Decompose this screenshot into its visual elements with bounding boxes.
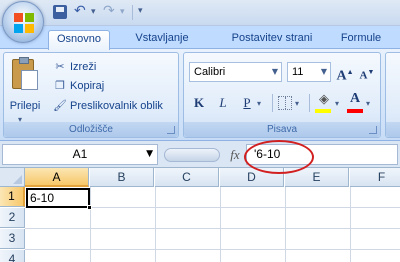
row-header-3[interactable]: 3 [0,229,25,249]
chevron-down-icon[interactable]: ▼ [269,63,281,81]
font-name-value: Calibri [194,66,226,78]
clipboard-group: Prilepi ▾ ✂ Izreži ❐ Kopiraj 🖌 Preslikovaln… [3,52,179,138]
shrink-caret-icon: ▼ [367,68,375,76]
underline-button[interactable]: P [238,93,256,113]
gridline [350,187,351,262]
font-size-select[interactable]: 11 ▼ [287,62,331,82]
font-dialog-launcher-icon[interactable] [369,126,377,134]
paintbrush-icon: 🖌 [53,99,67,112]
quick-access-toolbar: ↶ ▾ ↷ ▾ ▾ [0,0,400,43]
format-painter-label: Preslikovalnik oblik [70,100,163,112]
redo-icon[interactable]: ↷ [103,3,115,21]
font-group: Calibri ▼ 11 ▼ A▲ A▼ K L P ▾ ▾ ◈ ▾ A ▾ Pis… [183,52,381,138]
name-box-value: A1 [72,147,88,161]
tab-osnovno[interactable]: Osnovno [48,30,110,50]
shrink-font-label: A [359,69,368,82]
column-header-e[interactable]: E [285,168,349,187]
alignment-group-label [386,122,400,137]
gridline [155,187,156,262]
paste-button[interactable]: Prilepi [8,100,42,112]
save-icon[interactable] [53,5,67,19]
shrink-font-button[interactable]: A▼ [357,62,377,82]
font-name-select[interactable]: Calibri ▼ [189,62,282,82]
gridline [25,249,400,250]
insert-function-button[interactable]: fx [226,144,244,165]
font-size-value: 11 [292,66,304,78]
gridline [220,187,221,262]
row-header-2[interactable]: 2 [0,208,25,228]
chevron-down-icon[interactable]: ▼ [146,145,153,164]
clipboard-group-label: Odložišče [4,122,178,137]
fill-handle[interactable] [87,205,92,210]
chevron-down-icon[interactable]: ▼ [318,63,330,81]
bold-button[interactable]: K [190,93,208,113]
grow-caret-icon: ▲ [346,68,354,76]
redo-dropdown-icon[interactable]: ▾ [120,7,125,25]
italic-button[interactable]: L [214,93,232,113]
name-box[interactable]: A1 ▼ [2,144,158,165]
grow-font-button[interactable]: A▲ [335,62,355,84]
format-painter-button[interactable]: 🖌 Preslikovalnik oblik [52,98,163,114]
tab-formule[interactable]: Formule [332,30,390,49]
column-header-f[interactable]: F [350,168,400,187]
gridline [25,228,400,229]
gridline [90,187,91,262]
scissors-icon: ✂ [55,60,65,73]
font-color-swatch [347,109,363,113]
formula-input[interactable]: '6-10 [246,144,398,165]
row-header-1[interactable]: 1 [0,187,25,207]
fill-color-dropdown-icon[interactable]: ▾ [335,99,339,108]
office-logo-icon [14,13,34,33]
grow-font-label: A [336,68,347,84]
borders-icon[interactable] [278,96,292,110]
copy-button[interactable]: ❐ Kopiraj [52,78,104,94]
undo-dropdown-icon[interactable]: ▾ [91,7,96,25]
font-separator [272,94,273,112]
cell-a1[interactable]: 6-10 [26,188,90,208]
alignment-group [385,52,400,138]
font-color-button[interactable]: A [347,91,363,109]
borders-dropdown-icon[interactable]: ▾ [295,99,299,108]
paste-icon[interactable] [12,57,38,90]
column-header-b[interactable]: B [90,168,154,187]
clipboard-dialog-launcher-icon[interactable] [167,126,175,134]
cut-label: Izreži [70,61,97,73]
column-header-a[interactable]: A [25,168,89,187]
office-button[interactable] [2,1,44,43]
undo-icon[interactable]: ↶ [74,3,86,21]
tab-postavitev-strani[interactable]: Postavitev strani [213,30,331,49]
copy-icon: ❐ [55,79,65,92]
ribbon: Prilepi ▾ ✂ Izreži ❐ Kopiraj 🖌 Preslikovaln… [0,49,400,141]
gridline [285,187,286,262]
fill-color-swatch [315,109,331,113]
tab-vstavljanje[interactable]: Vstavljanje [117,30,207,49]
worksheet-grid: A B C D E F 1 2 3 4 6-10 [0,168,400,262]
toolbar-separator [132,5,133,20]
ribbon-tabs: Osnovno Vstavljanje Postavitev strani Fo… [0,26,400,50]
font-separator [309,94,310,112]
copy-label: Kopiraj [70,80,105,92]
row-header-4[interactable]: 4 [0,250,25,262]
underline-dropdown-icon[interactable]: ▾ [257,99,261,108]
font-group-label: Pisava [184,122,380,137]
font-color-dropdown-icon[interactable]: ▾ [366,99,370,108]
fill-color-bucket-icon[interactable]: ◈ [315,92,333,110]
customize-toolbar-icon[interactable]: ▾ [138,6,143,16]
formula-bar: A1 ▼ fx '6-10 [0,141,400,168]
column-header-c[interactable]: C [155,168,219,187]
formula-bar-resize-handle[interactable] [164,148,220,162]
select-all-corner[interactable] [0,168,25,187]
column-header-d[interactable]: D [220,168,284,187]
cut-button[interactable]: ✂ Izreži [52,59,96,75]
